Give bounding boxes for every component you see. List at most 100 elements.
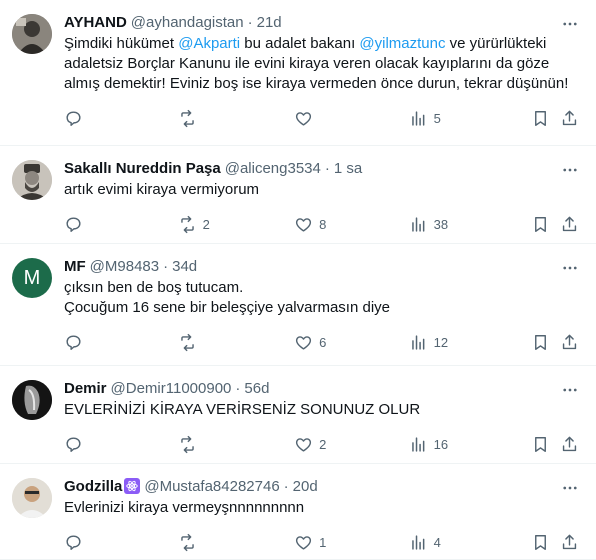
like-button[interactable]: 1 [294, 533, 409, 552]
views-icon [411, 534, 425, 550]
retweet-icon [180, 533, 194, 551]
display-name[interactable]: AYHAND [64, 14, 127, 31]
reply-icon [66, 534, 81, 550]
retweet-count: 2 [202, 216, 210, 232]
reply-icon [66, 436, 81, 452]
tweet[interactable]: Godzilla @Mustafa84282746 · 20d Evlerini… [0, 464, 596, 560]
share-button[interactable] [560, 333, 580, 352]
bookmark-button[interactable] [531, 109, 560, 128]
views-count: 12 [433, 334, 449, 350]
views-count: 16 [433, 436, 449, 452]
reply-button[interactable] [64, 109, 178, 128]
bookmark-button[interactable] [531, 333, 560, 352]
bookmark-button[interactable] [531, 533, 560, 552]
tweet-header: Sakallı Nureddin Paşa @aliceng3534 · 1 s… [64, 158, 580, 178]
views-button[interactable]: 5 [409, 109, 531, 128]
share-button[interactable] [560, 435, 580, 454]
tweet[interactable]: AYHAND @ayhandagistan · 21d Şimdiki hükü… [0, 0, 596, 146]
timestamp[interactable]: 20d [293, 478, 318, 495]
more-button[interactable] [560, 160, 580, 180]
reply-icon [66, 216, 81, 232]
more-button[interactable] [560, 478, 580, 498]
views-icon [411, 436, 425, 452]
views-icon [411, 216, 425, 232]
retweet-button[interactable] [178, 109, 295, 128]
reply-button[interactable] [64, 333, 178, 352]
timestamp[interactable]: 56d [244, 380, 269, 397]
tweet[interactable]: M MF @M98483 · 34d çıksın ben de boş tut… [0, 244, 596, 366]
display-name[interactable]: Sakallı Nureddin Paşa [64, 160, 221, 177]
like-button[interactable] [294, 109, 409, 128]
timestamp[interactable]: 1 sa [334, 160, 362, 177]
user-handle[interactable]: @ayhandagistan [131, 14, 244, 31]
views-icon [411, 110, 425, 126]
views-button[interactable]: 16 [409, 435, 531, 454]
reply-icon [66, 110, 81, 126]
timestamp[interactable]: 34d [172, 258, 197, 275]
like-button[interactable]: 2 [294, 435, 409, 454]
like-icon [296, 335, 312, 350]
more-button[interactable] [560, 14, 580, 34]
like-icon [296, 111, 312, 126]
like-icon [296, 437, 312, 452]
tweet[interactable]: Demir @Demir11000900 · 56d EVLERİNİZİ Kİ… [0, 366, 596, 464]
avatar[interactable]: M [12, 258, 52, 298]
avatar[interactable] [12, 160, 52, 200]
bookmark-button[interactable] [531, 215, 560, 234]
mention-link[interactable]: @yilmaztunc [359, 35, 445, 52]
tweet[interactable]: Sakallı Nureddin Paşa @aliceng3534 · 1 s… [0, 146, 596, 244]
user-handle[interactable]: @M98483 [90, 258, 159, 275]
like-button[interactable]: 6 [294, 333, 409, 352]
avatar[interactable] [12, 478, 52, 518]
timestamp[interactable]: 21d [257, 14, 282, 31]
more-button[interactable] [560, 380, 580, 400]
atom-icon [126, 480, 139, 492]
bookmark-icon [535, 216, 547, 232]
avatar[interactable] [12, 14, 52, 54]
reply-button[interactable] [64, 533, 178, 552]
like-count: 1 [319, 534, 327, 550]
avatar[interactable] [12, 380, 52, 420]
user-handle[interactable]: @Demir11000900 [111, 380, 232, 397]
bookmark-icon [535, 534, 547, 550]
bookmark-button[interactable] [531, 435, 560, 454]
tweet-header: Godzilla @Mustafa84282746 · 20d [64, 476, 580, 496]
separator: · [235, 379, 241, 397]
avatar-photo-icon [12, 478, 52, 518]
share-button[interactable] [560, 533, 580, 552]
separator: · [163, 257, 169, 275]
bookmark-icon [535, 334, 547, 350]
retweet-icon [180, 215, 194, 233]
bookmark-icon [535, 436, 547, 452]
text-part: Şimdiki hükümet [64, 35, 179, 52]
user-handle[interactable]: @aliceng3534 [225, 160, 321, 177]
tweet-header: MF @M98483 · 34d [64, 256, 580, 276]
more-button[interactable] [560, 258, 580, 278]
display-name[interactable]: Godzilla [64, 478, 122, 495]
display-name[interactable]: MF [64, 258, 86, 275]
reply-button[interactable] [64, 215, 178, 234]
like-button[interactable]: 8 [294, 215, 409, 234]
views-button[interactable]: 12 [409, 333, 531, 352]
action-bar: 6 12 [64, 318, 580, 366]
avatar-photo-icon [12, 14, 52, 54]
retweet-button[interactable] [178, 435, 295, 454]
views-button[interactable]: 4 [409, 533, 531, 552]
share-button[interactable] [560, 109, 580, 128]
tweet-text: Evlerinizi kiraya vermeyşnnnnnnnnn [64, 499, 305, 516]
user-handle[interactable]: @Mustafa84282746 [144, 478, 279, 495]
display-name[interactable]: Demir [64, 380, 107, 397]
retweet-button[interactable] [178, 533, 295, 552]
reply-button[interactable] [64, 435, 178, 454]
mention-link[interactable]: @Akparti [178, 35, 240, 52]
avatar-photo-icon [12, 380, 52, 420]
action-bar: 2 16 [64, 420, 580, 468]
bookmark-icon [535, 110, 547, 126]
retweet-button[interactable] [178, 333, 295, 352]
share-button[interactable] [560, 215, 580, 234]
views-button[interactable]: 38 [409, 215, 531, 234]
retweet-button[interactable]: 2 [178, 215, 295, 234]
retweet-icon [180, 333, 194, 351]
views-icon [411, 334, 425, 350]
like-icon [296, 217, 312, 232]
